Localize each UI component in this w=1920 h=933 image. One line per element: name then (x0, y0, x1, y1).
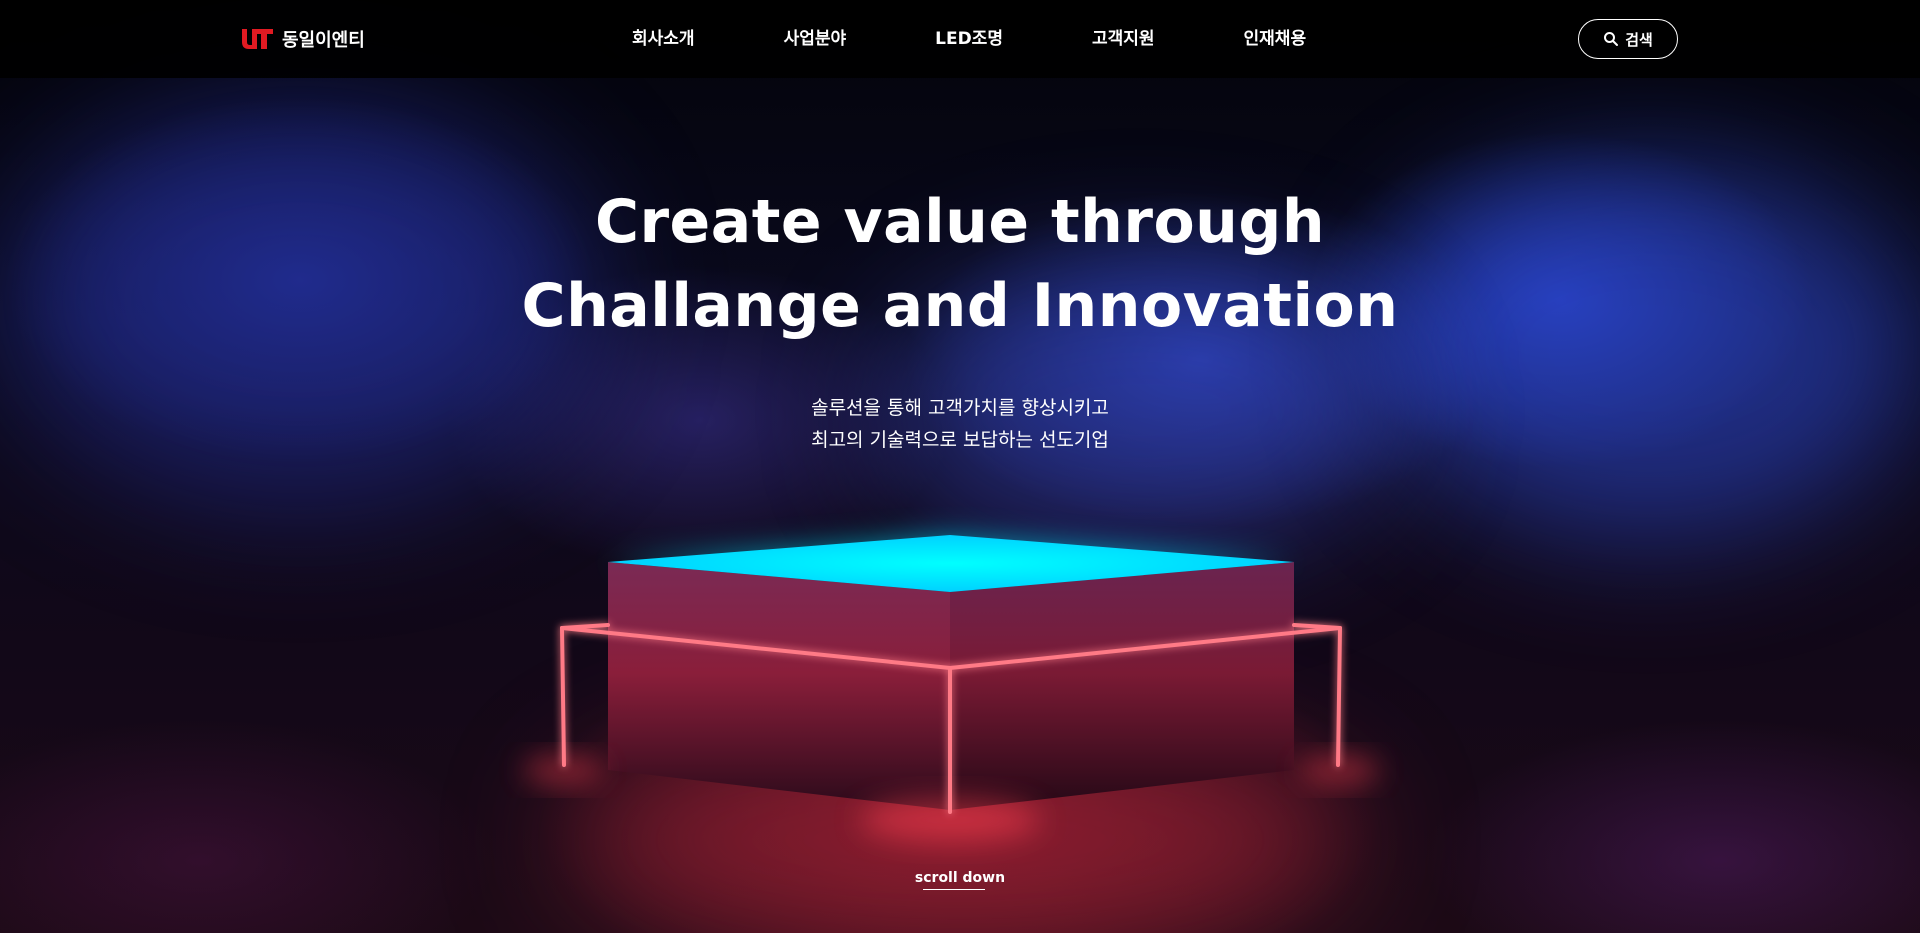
hero-subtitle-line-2: 최고의 기술력으로 보답하는 선도기업 (811, 429, 1109, 451)
site-header: 동일이엔티 회사소개 사업분야 LED조명 고객지원 인재채용 검색 (0, 0, 1920, 78)
scroll-down-link[interactable]: scroll down (900, 870, 1020, 886)
logo-link[interactable]: 동일이엔티 (240, 24, 365, 54)
search-button-label: 검색 (1625, 31, 1653, 49)
search-icon (1604, 32, 1619, 46)
scroll-down-underline (923, 889, 985, 890)
hero-title-line-2: Challange and Innovation (521, 271, 1399, 341)
hero-title: Create value through Challange and Innov… (0, 180, 1920, 348)
logo-mark-svg (242, 29, 273, 49)
nav-item-company[interactable]: 회사소개 (632, 24, 695, 54)
logo-icon (240, 27, 274, 51)
nav-item-business[interactable]: 사업분야 (784, 24, 847, 54)
nav-item-recruit[interactable]: 인재채용 (1244, 24, 1307, 54)
hero-subtitle: 솔루션을 통해 고객가치를 향상시키고 최고의 기술력으로 보답하는 선도기업 (0, 392, 1920, 456)
nav-item-led[interactable]: LED조명 (935, 24, 1003, 54)
nav-item-support[interactable]: 고객지원 (1092, 24, 1155, 54)
main-nav: 회사소개 사업분야 LED조명 고객지원 인재채용 (632, 24, 1306, 54)
hero-title-line-1: Create value through (594, 187, 1326, 257)
logo-text: 동일이엔티 (282, 30, 365, 51)
search-button[interactable]: 검색 (1578, 19, 1678, 59)
neon-platform (0, 0, 1920, 933)
hero-subtitle-line-1: 솔루션을 통해 고객가치를 향상시키고 (811, 397, 1109, 419)
neon-platform-illustration (523, 535, 1380, 842)
